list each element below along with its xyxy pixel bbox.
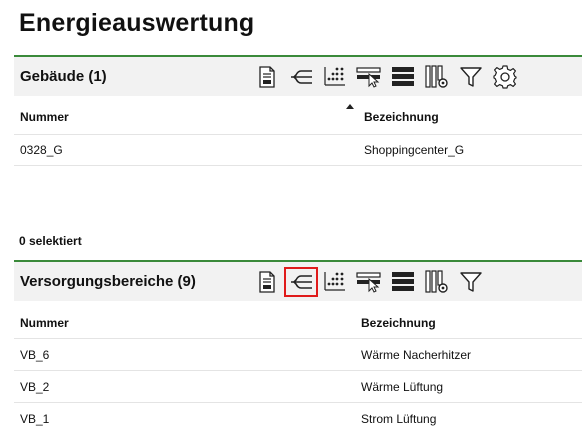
cell-number: VB_1 bbox=[20, 411, 50, 426]
sort-ascending-icon[interactable] bbox=[346, 104, 354, 109]
column-header-number[interactable]: Nummer bbox=[20, 316, 69, 330]
rows-icon bbox=[392, 66, 414, 86]
filter-button[interactable] bbox=[454, 62, 488, 92]
cell-number: VB_2 bbox=[20, 379, 50, 394]
buildings-toolbar bbox=[250, 57, 522, 96]
gear-icon bbox=[493, 64, 517, 89]
cell-number: VB_6 bbox=[20, 347, 50, 362]
row-select-button[interactable] bbox=[352, 62, 386, 92]
filter-icon bbox=[460, 66, 482, 87]
cell-name: Wärme Lüftung bbox=[361, 379, 444, 394]
column-settings-icon bbox=[425, 64, 448, 88]
tree-icon bbox=[291, 69, 312, 84]
cell-number: 0328_G bbox=[20, 143, 63, 157]
column-header-number[interactable]: Nummer bbox=[20, 110, 69, 124]
column-header-name[interactable]: Bezeichnung bbox=[361, 316, 436, 330]
supply-toolbar bbox=[250, 262, 488, 301]
rows-button[interactable] bbox=[386, 267, 420, 297]
report-button[interactable] bbox=[250, 267, 284, 297]
table-row[interactable]: VB_2 Wärme Lüftung bbox=[14, 370, 582, 402]
cell-name: Strom Lüftung bbox=[361, 411, 437, 426]
filter-button[interactable] bbox=[454, 267, 488, 297]
column-settings-button[interactable] bbox=[420, 62, 454, 92]
settings-button[interactable] bbox=[488, 62, 522, 92]
buildings-title: Gebäude (1) bbox=[20, 68, 107, 85]
column-settings-button[interactable] bbox=[420, 267, 454, 297]
supply-title: Versorgungsbereiche (9) bbox=[20, 273, 196, 290]
page-title: Energieauswertung bbox=[19, 9, 255, 37]
supply-header: Versorgungsbereiche (9) bbox=[14, 262, 582, 301]
row-select-icon bbox=[356, 66, 381, 88]
report-button[interactable] bbox=[250, 62, 284, 92]
dot-matrix-button[interactable] bbox=[318, 62, 352, 92]
report-icon bbox=[259, 65, 275, 88]
table-row[interactable]: 0328_G Shoppingcenter_G bbox=[14, 134, 582, 166]
selection-count: 0 selektiert bbox=[19, 234, 82, 248]
supply-panel: Versorgungsbereiche (9) Nummer Bezeichnu… bbox=[14, 260, 582, 431]
tree-button[interactable] bbox=[284, 62, 318, 92]
dot-matrix-button[interactable] bbox=[318, 267, 352, 297]
cell-name: Shoppingcenter_G bbox=[364, 143, 465, 157]
rows-button[interactable] bbox=[386, 62, 420, 92]
row-select-icon bbox=[356, 271, 381, 293]
rows-icon bbox=[392, 271, 414, 291]
buildings-header: Gebäude (1) bbox=[14, 57, 582, 96]
table-row[interactable]: VB_6 Wärme Nacherhitzer bbox=[14, 338, 582, 370]
dot-matrix-icon bbox=[324, 271, 345, 291]
tree-button[interactable] bbox=[284, 266, 318, 297]
table-row[interactable]: VB_1 Strom Lüftung bbox=[14, 402, 582, 431]
tree-icon bbox=[291, 274, 312, 289]
column-settings-icon bbox=[425, 269, 448, 293]
filter-icon bbox=[460, 271, 482, 292]
column-header-name[interactable]: Bezeichnung bbox=[364, 110, 439, 124]
report-icon bbox=[259, 270, 275, 293]
row-select-button[interactable] bbox=[352, 267, 386, 297]
dot-matrix-icon bbox=[324, 66, 345, 86]
buildings-panel: Gebäude (1) Nummer Bezeichnung 0328_G Sh… bbox=[14, 55, 582, 235]
cell-name: Wärme Nacherhitzer bbox=[361, 347, 472, 362]
